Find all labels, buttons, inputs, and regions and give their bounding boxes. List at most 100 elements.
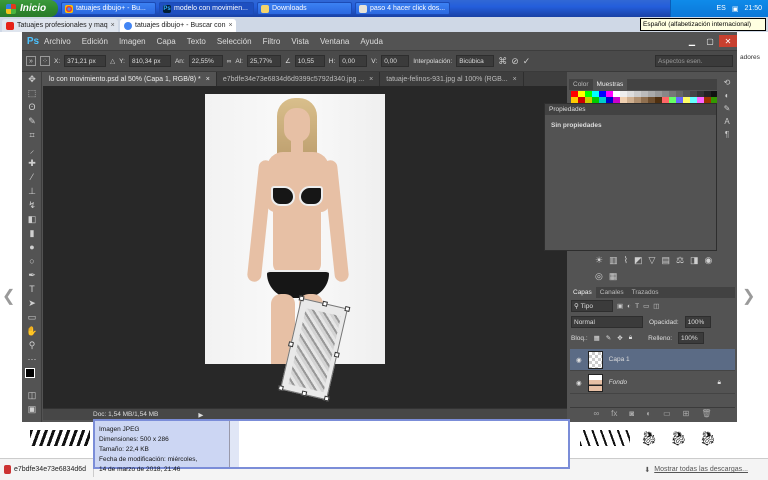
bw-icon[interactable]: ◨: [690, 255, 699, 269]
vskew-field[interactable]: 0,00: [381, 55, 410, 67]
color-swatches[interactable]: [22, 366, 42, 388]
start-button[interactable]: Inicio: [0, 0, 58, 17]
more-tools-icon[interactable]: ⋯: [22, 352, 42, 366]
thumbnail-art[interactable]: [30, 430, 90, 446]
width-field[interactable]: 22,55%: [188, 55, 223, 67]
document-tab-jpg[interactable]: e7bdfe34e73e6834d6d9399c5792d340.jpg ...…: [217, 72, 381, 86]
quick-mask-icon[interactable]: ◫: [22, 388, 42, 402]
mixer-icon[interactable]: ◎: [595, 271, 603, 285]
stamp-tool-icon[interactable]: ⊥: [22, 184, 42, 198]
download-item[interactable]: e7bdfe34e73e6834d6d: [4, 462, 94, 477]
taskbar-button-paint[interactable]: paso 4 hacer click dos...: [355, 2, 450, 15]
lock-transparency-icon[interactable]: ▦: [594, 334, 600, 342]
group-icon[interactable]: ▭: [663, 409, 671, 418]
tab-layers[interactable]: Capas: [569, 287, 596, 298]
brush-tool-icon[interactable]: ⁄: [22, 170, 42, 184]
fill-field[interactable]: 100%: [678, 332, 705, 344]
eraser-tool-icon[interactable]: ◧: [22, 212, 42, 226]
lock-paint-icon[interactable]: ✎: [606, 334, 611, 342]
workspace-field[interactable]: Aspectos esen.: [655, 55, 733, 67]
menu-texto[interactable]: Texto: [187, 37, 206, 46]
layer-row-capa-1[interactable]: ◉ Capa 1: [570, 349, 735, 371]
lock-move-icon[interactable]: ✥: [617, 334, 622, 342]
mask-icon[interactable]: ◙: [629, 409, 634, 418]
menu-imagen[interactable]: Imagen: [119, 37, 146, 46]
exposure-icon[interactable]: ◩: [634, 255, 643, 269]
blend-mode-select[interactable]: Normal: [571, 316, 643, 328]
filter-smart-icon[interactable]: ◫: [653, 302, 659, 310]
hskew-field[interactable]: 0,00: [339, 55, 368, 67]
pen-tool-icon[interactable]: ✒: [22, 268, 42, 282]
brightness-icon[interactable]: ☀: [595, 255, 603, 269]
interpolation-select[interactable]: Bicúbica: [456, 55, 495, 67]
browser-tab-google[interactable]: tatuajes dibujo+ - Buscar con ×: [120, 19, 236, 32]
adjustment-layer-icon[interactable]: ◐: [646, 409, 651, 418]
move-tool-icon[interactable]: ✥: [22, 72, 42, 86]
lock-all-icon[interactable]: 🔒︎: [629, 334, 632, 342]
dragon-thumbnails[interactable]: 🐉︎ 🐉︎ 🐉︎: [640, 430, 740, 450]
tab-paths[interactable]: Trazados: [628, 287, 663, 298]
hand-tool-icon[interactable]: ✋: [22, 324, 42, 338]
taskbar-button-downloads[interactable]: Downloads: [257, 2, 352, 15]
y-field[interactable]: 810,34 px: [128, 55, 171, 67]
document-tab-psd[interactable]: lo con movimiento.psd al 50% (Capa 1, RG…: [43, 72, 217, 86]
close-icon[interactable]: ×: [228, 22, 232, 29]
hue-icon[interactable]: ▤: [661, 255, 670, 269]
paragraph-icon[interactable]: ¶: [725, 130, 729, 139]
shape-tool-icon[interactable]: ▭: [22, 310, 42, 324]
close-icon[interactable]: ×: [206, 76, 210, 83]
menu-seleccion[interactable]: Selección: [217, 37, 252, 46]
menu-edicion[interactable]: Edición: [82, 37, 108, 46]
marquee-tool-icon[interactable]: ⬚: [22, 86, 42, 100]
taskbar-button-chrome-search[interactable]: tatuajes dibujo+ - Bu...: [61, 2, 156, 15]
eye-icon[interactable]: ◉: [576, 356, 582, 364]
close-icon[interactable]: ×: [513, 76, 517, 83]
transform-tool-icon[interactable]: »: [26, 56, 36, 66]
foreground-color[interactable]: [25, 368, 35, 378]
transform-handle[interactable]: [301, 390, 308, 397]
blur-tool-icon[interactable]: ●: [22, 240, 42, 254]
history-icon[interactable]: ⟲: [724, 78, 731, 87]
menu-vista[interactable]: Vista: [291, 37, 309, 46]
photo-filter-icon[interactable]: ◉: [705, 255, 713, 269]
lookup-icon[interactable]: ▦: [609, 271, 618, 285]
menu-ventana[interactable]: Ventana: [320, 37, 349, 46]
height-field[interactable]: 25,77%: [246, 55, 281, 67]
angle-field[interactable]: 10,55: [294, 55, 325, 67]
zoom-tool-icon[interactable]: ⚲: [22, 338, 42, 352]
vibrance-icon[interactable]: ▽: [649, 255, 656, 269]
character-icon[interactable]: A: [724, 117, 729, 126]
menu-archivo[interactable]: Archivo: [44, 37, 71, 46]
play-icon[interactable]: ▶: [198, 411, 203, 419]
document-tab-felinos[interactable]: tatuaje-felinos-931.jpg al 100% (RGB... ×: [380, 72, 524, 86]
history-brush-icon[interactable]: ↯: [22, 198, 42, 212]
gradient-tool-icon[interactable]: ▮: [22, 226, 42, 240]
warp-icon[interactable]: ⌘: [498, 56, 507, 67]
reference-point-icon[interactable]: ⁘: [40, 56, 50, 66]
transform-handle[interactable]: [277, 385, 284, 392]
tab-color[interactable]: Color: [569, 79, 593, 90]
quick-select-tool-icon[interactable]: ✎: [22, 114, 42, 128]
thumbnail-art[interactable]: [580, 430, 630, 446]
menu-ayuda[interactable]: Ayuda: [360, 37, 383, 46]
scrollbar[interactable]: [229, 421, 239, 467]
trash-icon[interactable]: 🗑︎: [701, 409, 711, 418]
lasso-tool-icon[interactable]: ʘ: [22, 100, 42, 114]
swatches-grid[interactable]: [569, 90, 735, 109]
close-icon[interactable]: ✕: [719, 35, 737, 47]
menu-capa[interactable]: Capa: [157, 37, 176, 46]
adjustments-icon[interactable]: ◐: [725, 91, 730, 100]
healing-tool-icon[interactable]: ✚: [22, 156, 42, 170]
opacity-field[interactable]: 100%: [684, 316, 711, 328]
commit-icon[interactable]: ✓: [523, 56, 531, 67]
close-icon[interactable]: ×: [369, 76, 373, 83]
filter-type-icon[interactable]: T: [635, 303, 639, 310]
close-icon[interactable]: ×: [111, 22, 115, 29]
language-indicator[interactable]: ES: [717, 5, 726, 12]
eyedropper-tool-icon[interactable]: ⸝: [22, 142, 42, 156]
crop-tool-icon[interactable]: ⌗: [22, 128, 42, 142]
minimize-icon[interactable]: ▁: [683, 35, 701, 47]
menu-filtro[interactable]: Filtro: [263, 37, 281, 46]
type-tool-icon[interactable]: T: [22, 282, 42, 296]
chevron-right-icon[interactable]: ❯: [742, 286, 758, 306]
